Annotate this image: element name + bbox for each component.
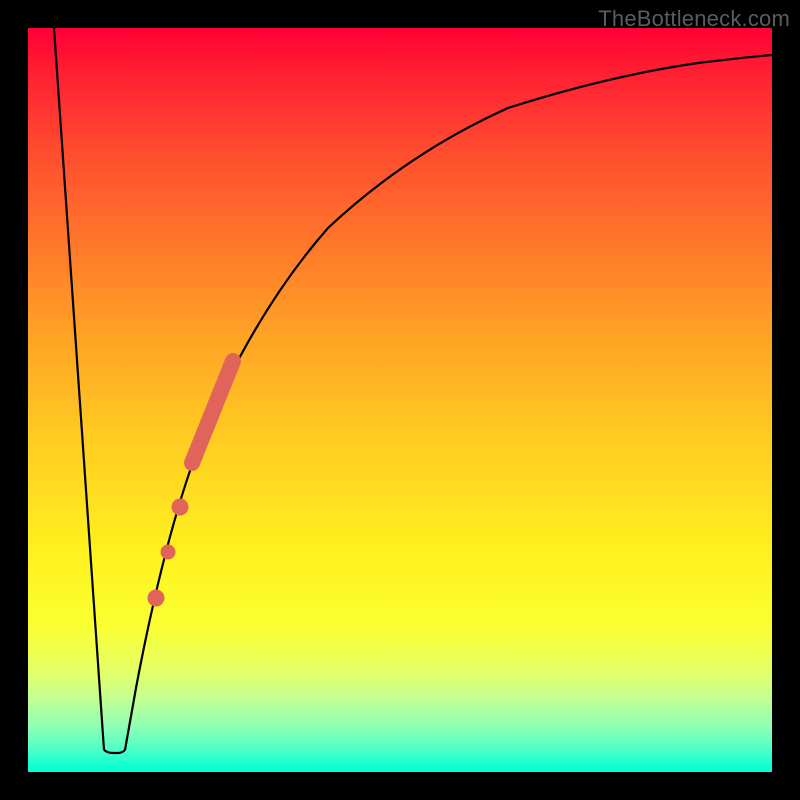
watermark-text: TheBottleneck.com xyxy=(598,6,790,32)
plot-area xyxy=(28,28,772,772)
chart-frame: TheBottleneck.com xyxy=(0,0,800,800)
curve-valley-floor xyxy=(104,750,125,753)
highlight-segment xyxy=(192,361,233,463)
highlight-dot xyxy=(161,545,176,560)
curve-left-branch xyxy=(54,28,104,750)
highlight-dot xyxy=(172,499,189,516)
highlight-dot xyxy=(148,590,165,607)
curve-overlay xyxy=(28,28,772,772)
